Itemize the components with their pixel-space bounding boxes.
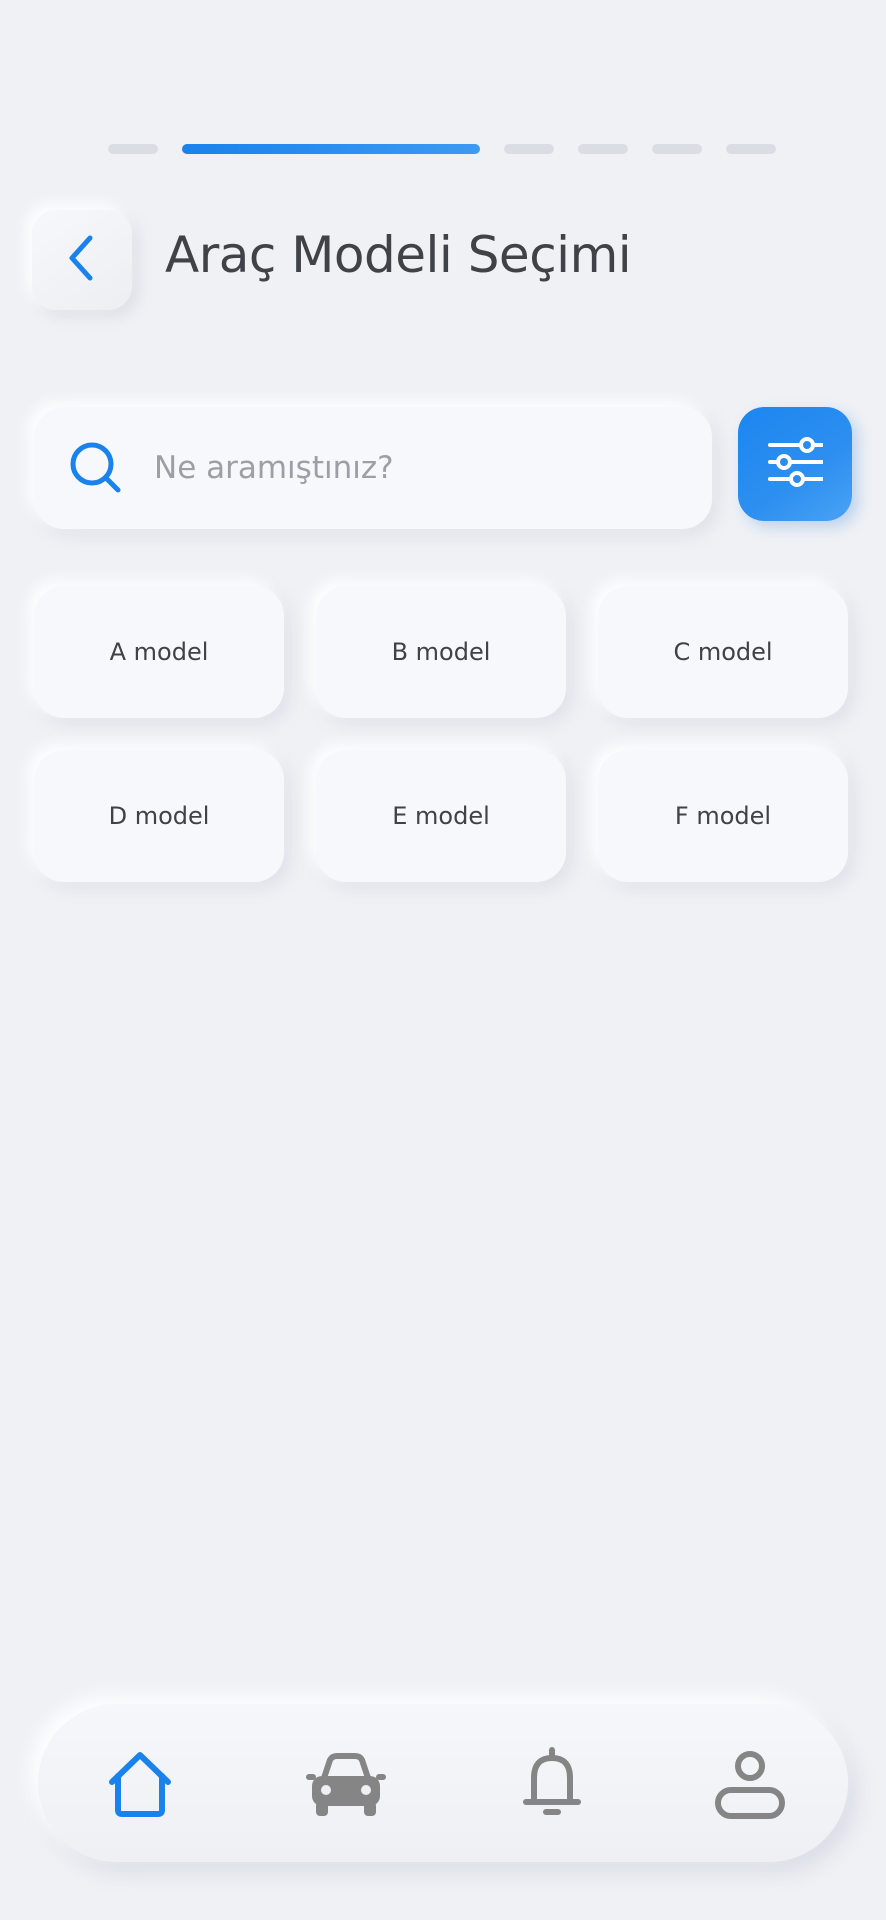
model-option-c[interactable]: C model <box>598 586 848 718</box>
nav-vehicles[interactable] <box>304 1744 388 1828</box>
progress-steps <box>108 144 778 154</box>
model-option-a[interactable]: A model <box>34 586 284 718</box>
model-label: A model <box>109 638 209 666</box>
bottom-nav <box>38 1704 848 1862</box>
home-icon <box>104 1748 176 1824</box>
back-button[interactable] <box>32 210 132 310</box>
model-label: C model <box>673 638 773 666</box>
progress-step-1 <box>108 144 158 154</box>
filter-button[interactable] <box>738 407 852 521</box>
model-option-d[interactable]: D model <box>34 750 284 882</box>
bell-icon <box>520 1746 584 1826</box>
search-bar[interactable] <box>34 407 712 529</box>
progress-step-2-active <box>182 144 480 154</box>
model-option-f[interactable]: F model <box>598 750 848 882</box>
progress-step-4 <box>578 144 628 154</box>
model-label: B model <box>391 638 491 666</box>
screen: Araç Modeli Seçimi A mo <box>0 0 886 1920</box>
model-label: F model <box>674 802 772 830</box>
nav-notifications[interactable] <box>510 1744 594 1828</box>
sliders-icon <box>767 437 825 491</box>
progress-step-6 <box>726 144 776 154</box>
search-input[interactable] <box>154 438 694 498</box>
nav-profile[interactable] <box>708 1744 792 1828</box>
search-icon <box>68 440 124 496</box>
chevron-left-icon <box>62 232 102 288</box>
model-label: E model <box>392 802 490 830</box>
model-label: D model <box>108 802 210 830</box>
progress-step-3 <box>504 144 554 154</box>
car-icon <box>304 1748 388 1824</box>
nav-home[interactable] <box>98 1744 182 1828</box>
progress-step-5 <box>652 144 702 154</box>
model-option-b[interactable]: B model <box>316 586 566 718</box>
page-title: Araç Modeli Seçimi <box>165 226 632 284</box>
model-option-e[interactable]: E model <box>316 750 566 882</box>
user-icon <box>712 1746 788 1826</box>
